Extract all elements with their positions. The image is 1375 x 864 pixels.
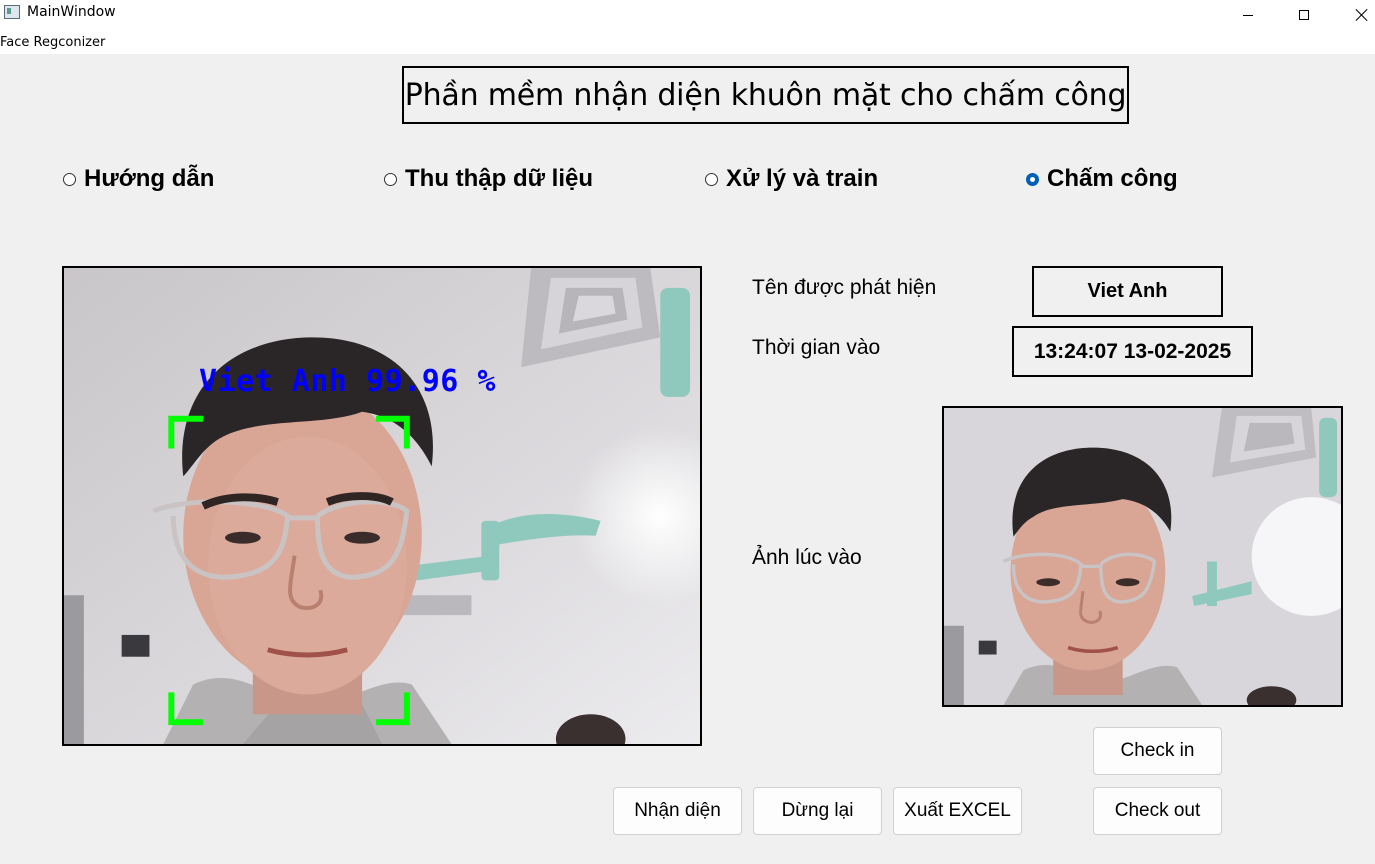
app-icon [4,5,20,19]
radio-button-checked-icon[interactable] [1026,172,1039,186]
radio-cham-cong[interactable]: Chấm công [1026,164,1178,194]
entry-time-label: Thời gian vào [752,336,881,359]
entry-photo [942,406,1343,707]
radio-label: Thu thập dữ liệu [405,165,594,192]
radio-button-icon[interactable] [705,172,718,186]
title-bar: MainWindow [0,0,1375,30]
entry-photo-label: Ảnh lúc vào [752,546,862,569]
detected-name-value: Viet Anh [1032,266,1223,317]
detection-overlay-text: Viet Anh 99.96 % [199,364,496,399]
radio-label: Hướng dẫn [84,165,215,192]
radio-xu-ly-va-train[interactable]: Xử lý và train [705,164,878,194]
menu-bar: Face Regconizer [0,30,1375,54]
recognize-button[interactable]: Nhận diện [613,787,742,835]
maximize-icon [1299,10,1309,20]
check-in-button[interactable]: Check in [1093,727,1222,775]
export-excel-button[interactable]: Xuất EXCEL [893,787,1022,835]
entry-time-value: 13:24:07 13-02-2025 [1012,326,1253,377]
window-title: MainWindow [27,4,116,20]
check-out-button[interactable]: Check out [1093,787,1222,835]
close-button[interactable] [1339,0,1375,30]
radio-label: Xử lý và train [726,165,879,192]
menu-face-regconizer[interactable]: Face Regconizer [0,35,105,51]
radio-thu-thap-du-lieu[interactable]: Thu thập dữ liệu [384,164,593,194]
stop-button[interactable]: Dừng lại [753,787,882,835]
minimize-icon [1243,14,1253,16]
radio-label: Chấm công [1047,165,1178,192]
maximize-button[interactable] [1281,0,1327,30]
radio-button-icon[interactable] [63,172,76,186]
entry-photo-image [944,408,1341,705]
page-title: Phần mềm nhận diện khuôn mặt cho chấm cô… [402,66,1129,124]
close-icon [1356,9,1368,21]
camera-image [64,268,700,744]
radio-huong-dan[interactable]: Hướng dẫn [63,164,214,194]
radio-button-icon[interactable] [384,172,397,186]
detected-name-label: Tên được phát hiện [752,276,937,299]
camera-feed: Viet Anh 99.96 % [62,266,702,746]
minimize-button[interactable] [1225,0,1271,30]
